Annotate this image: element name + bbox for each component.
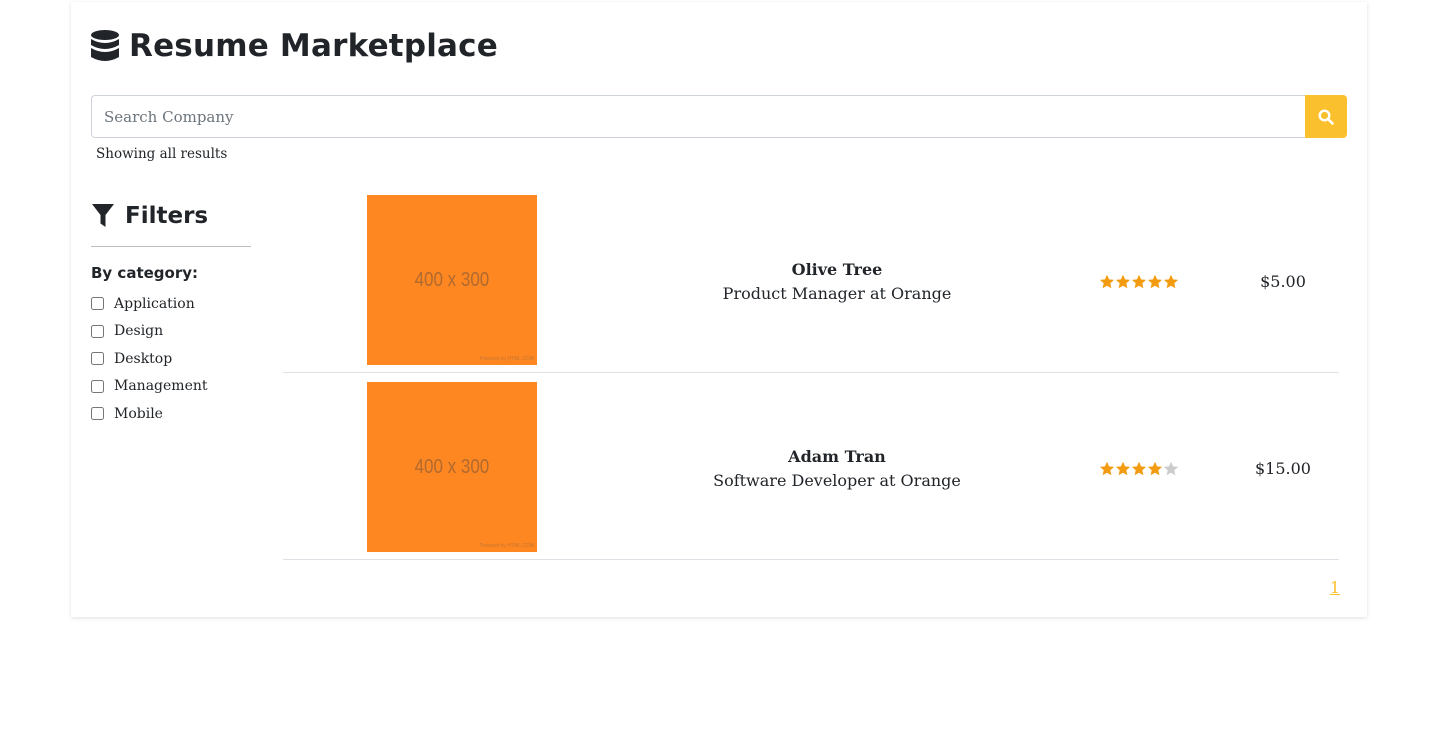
- search-button[interactable]: [1305, 95, 1347, 138]
- category-checkbox-desktop[interactable]: [91, 352, 104, 366]
- star-filled-icon: [1099, 461, 1115, 476]
- resume-thumbnail[interactable]: 400 x 300 Powered by HTML.COM: [367, 382, 537, 552]
- star-filled-icon: [1163, 274, 1179, 289]
- search-bar: [91, 95, 1347, 138]
- search-icon: [1318, 108, 1334, 125]
- category-checkbox-management[interactable]: [91, 379, 104, 393]
- filters-header: Filters: [91, 200, 251, 232]
- page-title: Resume Marketplace: [129, 28, 498, 64]
- category-item-desktop[interactable]: Desktop: [91, 345, 251, 373]
- resume-role: Product Manager at Orange: [722, 284, 952, 303]
- star-filled-icon: [1115, 274, 1131, 289]
- page-header: Resume Marketplace: [91, 28, 498, 64]
- resume-price: $15.00: [1255, 459, 1311, 478]
- category-item-mobile[interactable]: Mobile: [91, 400, 251, 428]
- resume-list: 400 x 300 Powered by HTML.COM Olive Tree…: [283, 186, 1339, 560]
- star-filled-icon: [1131, 461, 1147, 476]
- resume-role: Software Developer at Orange: [713, 471, 961, 490]
- resume-price: $5.00: [1260, 272, 1306, 291]
- star-filled-icon: [1147, 461, 1163, 476]
- category-item-application[interactable]: Application: [91, 290, 251, 318]
- marketplace-card: Resume Marketplace Showing all results F…: [71, 2, 1367, 617]
- category-item-label: Design: [114, 323, 164, 340]
- filters-title: Filters: [125, 203, 209, 229]
- thumbnail-placeholder-text: 400 x 300: [414, 268, 490, 291]
- filters-panel: Filters By category: Application Design …: [91, 200, 251, 428]
- category-item-label: Management: [114, 378, 208, 395]
- resume-info: Adam Tran Software Developer at Orange: [683, 445, 991, 493]
- thumbnail-credit: Powered by HTML.COM: [479, 543, 534, 549]
- category-item-management[interactable]: Management: [91, 373, 251, 401]
- category-label: By category:: [91, 264, 199, 282]
- list-item[interactable]: 400 x 300 Powered by HTML.COM Adam Tran …: [283, 373, 1339, 560]
- rating-stars: [1099, 274, 1179, 290]
- category-item-label: Mobile: [114, 405, 163, 422]
- database-icon: [91, 30, 119, 61]
- category-checkbox-design[interactable]: [91, 324, 104, 338]
- resume-info: Olive Tree Product Manager at Orange: [683, 258, 991, 306]
- star-empty-icon: [1163, 461, 1179, 476]
- resume-name[interactable]: Olive Tree: [683, 258, 991, 282]
- star-filled-icon: [1147, 274, 1163, 289]
- category-checkbox-mobile[interactable]: [91, 407, 104, 421]
- filters-divider: [91, 246, 251, 247]
- search-input[interactable]: [91, 95, 1305, 138]
- thumbnail-placeholder-text: 400 x 300: [414, 455, 490, 478]
- category-list: Application Design Desktop Management Mo…: [91, 290, 251, 428]
- category-checkbox-application[interactable]: [91, 297, 104, 311]
- resume-thumbnail[interactable]: 400 x 300 Powered by HTML.COM: [367, 195, 537, 365]
- pagination-page-1[interactable]: 1: [1330, 578, 1340, 597]
- results-note: Showing all results: [96, 146, 228, 162]
- resume-name[interactable]: Adam Tran: [683, 445, 991, 469]
- star-filled-icon: [1131, 274, 1147, 289]
- category-item-label: Desktop: [114, 350, 173, 367]
- star-filled-icon: [1099, 274, 1115, 289]
- star-filled-icon: [1115, 461, 1131, 476]
- category-item-design[interactable]: Design: [91, 318, 251, 346]
- rating-stars: [1099, 461, 1179, 477]
- thumbnail-credit: Powered by HTML.COM: [479, 356, 534, 362]
- list-item[interactable]: 400 x 300 Powered by HTML.COM Olive Tree…: [283, 186, 1339, 373]
- filter-icon: [92, 204, 114, 227]
- category-item-label: Application: [114, 295, 195, 312]
